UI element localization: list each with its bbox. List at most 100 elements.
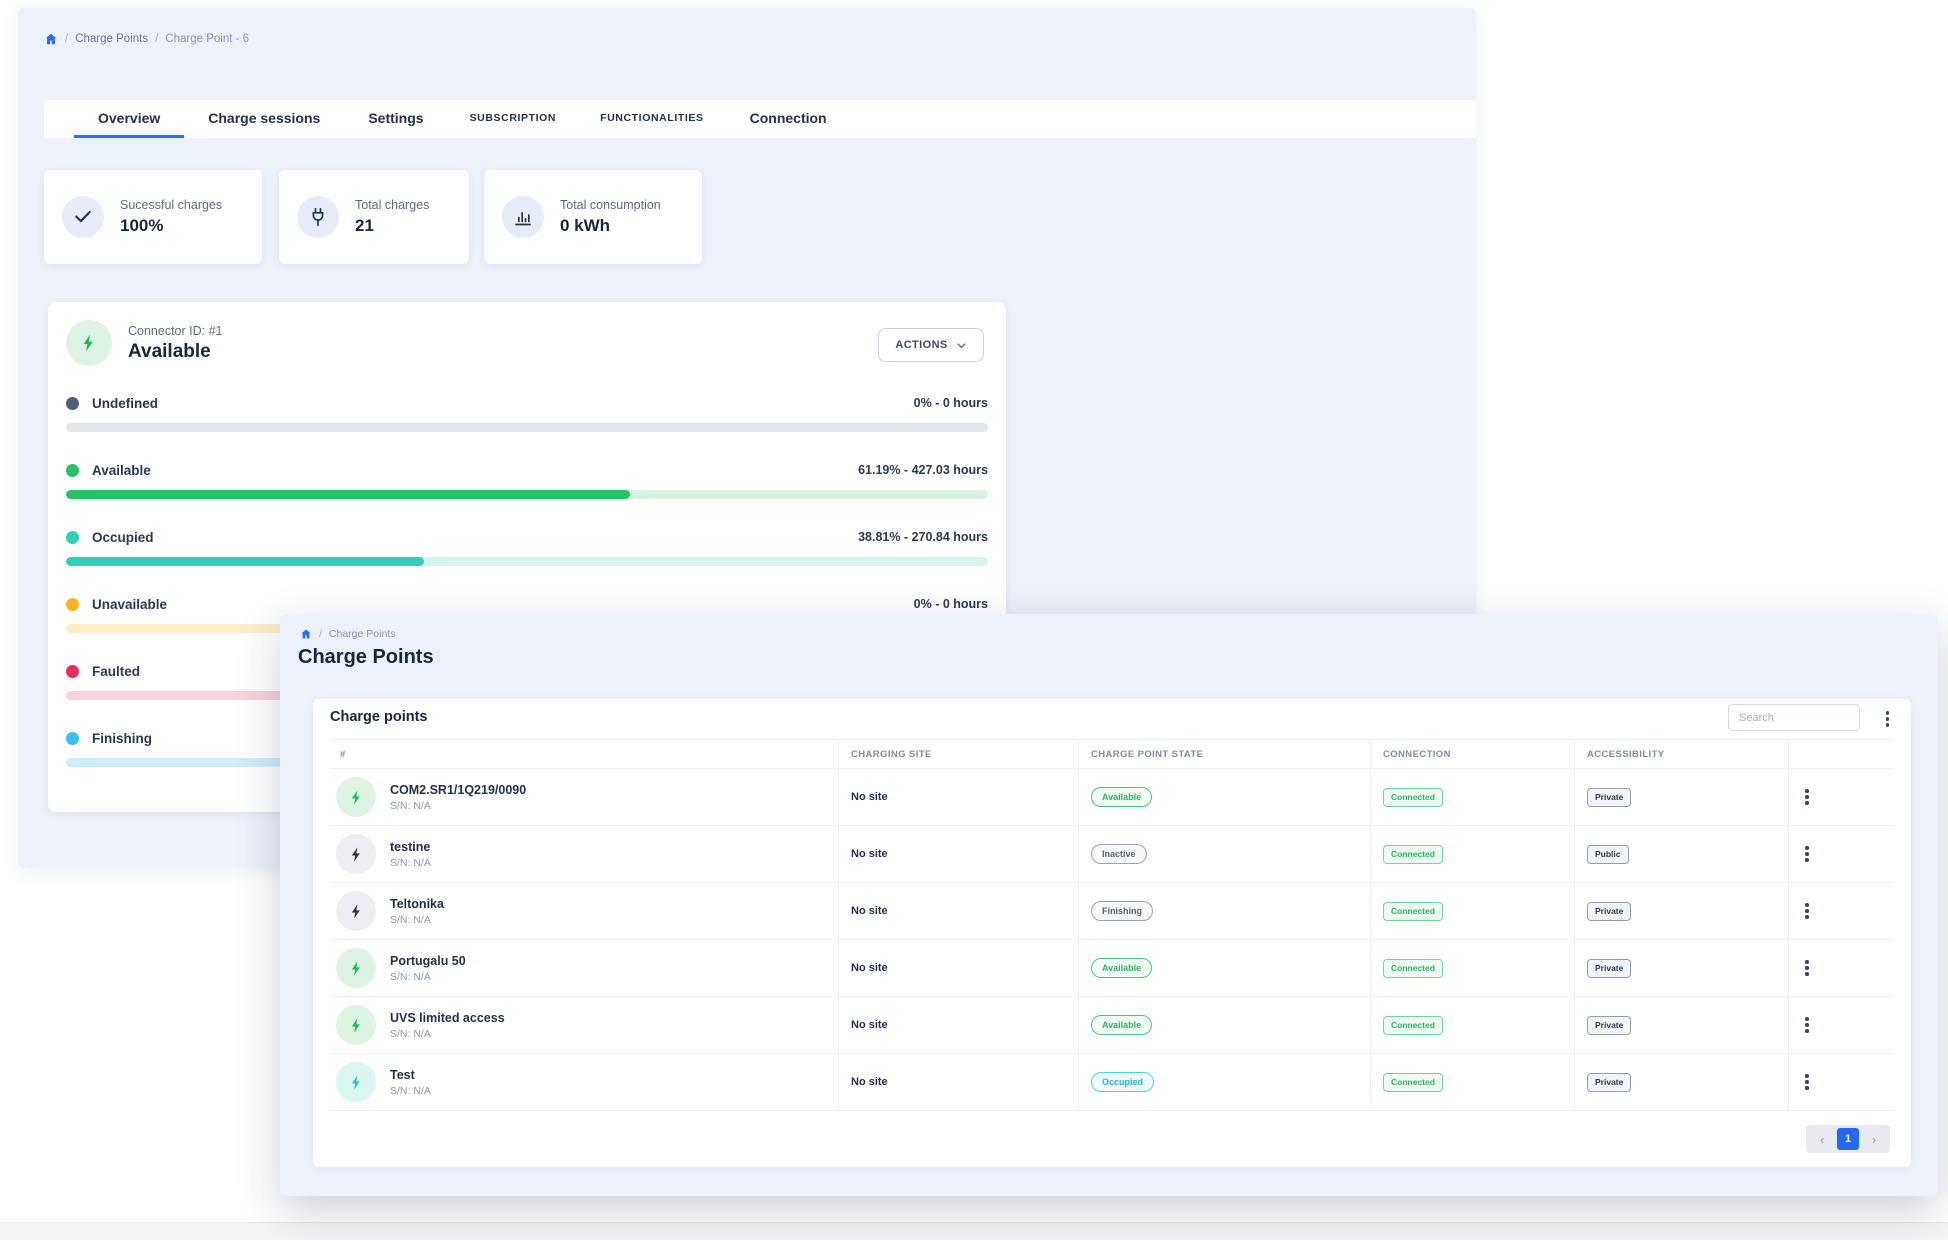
table-row[interactable]: testine S/N: N/A No site Inactive Connec… [330, 826, 1894, 883]
table-row[interactable]: Test S/N: N/A No site Occupied Connected… [330, 1054, 1894, 1111]
state-badge: Finishing [1091, 901, 1153, 921]
table-row[interactable]: COM2.SR1/1Q219/0090 S/N: N/A No site Ava… [330, 769, 1894, 826]
accessibility-badge: Private [1587, 902, 1631, 921]
status-dot [66, 732, 79, 745]
connector-state: Available [128, 341, 211, 363]
state-badge: Available [1091, 787, 1152, 807]
row-menu-kebab-icon[interactable] [1801, 956, 1813, 980]
col-header-charging-site: CHARGING SITE [838, 740, 1078, 768]
status-dot [66, 531, 79, 544]
tab-charge-sessions[interactable]: Charge sessions [184, 100, 344, 138]
serial-number: S/N: N/A [390, 857, 431, 869]
tab-overview[interactable]: Overview [74, 100, 184, 138]
status-value: 38.81% - 270.84 hours [858, 530, 988, 544]
stat-card-total-consumption: Total consumption 0 kWh [484, 170, 702, 264]
col-header-connection: CONNECTION [1370, 740, 1574, 768]
tab-settings[interactable]: Settings [344, 100, 447, 138]
connection-badge: Connected [1383, 959, 1443, 978]
row-menu-kebab-icon[interactable] [1801, 1070, 1813, 1094]
connector-id-label: Connector ID: #1 [128, 324, 223, 338]
state-badge: Occupied [1091, 1072, 1154, 1092]
serial-number: S/N: N/A [390, 1028, 505, 1040]
pagination-next-button[interactable]: › [1861, 1128, 1887, 1150]
tab-subscription[interactable]: SUBSCRIPTION [448, 100, 579, 138]
charge-point-name: Test [390, 1068, 431, 1082]
connection-badge: Connected [1383, 902, 1443, 921]
pagination-prev-button[interactable]: ‹ [1809, 1128, 1835, 1150]
breadcrumb: / Charge Points [300, 628, 395, 640]
col-header-accessibility: ACCESSIBILITY [1574, 740, 1788, 768]
status-dot [66, 598, 79, 611]
pagination-page-1[interactable]: 1 [1837, 1128, 1859, 1150]
connection-badge: Connected [1383, 845, 1443, 864]
charge-point-name: COM2.SR1/1Q219/0090 [390, 783, 526, 797]
col-header-number: # [330, 740, 838, 768]
stat-label: Sucessful charges [120, 198, 222, 212]
accessibility-badge: Public [1587, 845, 1629, 864]
breadcrumb-current: Charge Point - 6 [165, 33, 249, 45]
actions-button[interactable]: ACTIONS [878, 328, 984, 362]
progress-fill [66, 490, 630, 499]
row-menu-kebab-icon[interactable] [1801, 842, 1813, 866]
charge-points-table: # CHARGING SITE CHARGE POINT STATE CONNE… [330, 739, 1894, 1111]
accessibility-badge: Private [1587, 959, 1631, 978]
breadcrumb-current: Charge Points [329, 628, 396, 640]
status-value: 61.19% - 427.03 hours [858, 463, 988, 477]
col-header-actions [1788, 740, 1894, 768]
connection-badge: Connected [1383, 1016, 1443, 1035]
connection-badge: Connected [1383, 1073, 1443, 1092]
charge-points-list-window: / Charge Points Charge Points Charge poi… [280, 614, 1938, 1196]
charge-point-name: Teltonika [390, 897, 444, 911]
row-menu-kebab-icon[interactable] [1801, 785, 1813, 809]
home-icon[interactable] [300, 628, 312, 640]
home-icon[interactable] [44, 32, 58, 46]
charging-site: No site [851, 1019, 888, 1031]
table-row[interactable]: Teltonika S/N: N/A No site Finishing Con… [330, 883, 1894, 940]
accessibility-badge: Private [1587, 788, 1631, 807]
chart-icon [502, 196, 544, 238]
table-row[interactable]: Portugalu 50 S/N: N/A No site Available … [330, 940, 1894, 997]
bolt-icon [66, 320, 112, 366]
row-menu-kebab-icon[interactable] [1801, 1013, 1813, 1037]
progress-track [66, 423, 988, 432]
breadcrumb-separator: / [65, 33, 68, 45]
stat-label: Total consumption [560, 198, 661, 212]
status-row-available: Available 61.19% - 427.03 hours [66, 463, 988, 503]
tab-bar: Overview Charge sessions Settings SUBSCR… [44, 100, 1476, 138]
breadcrumb-link-charge-points[interactable]: Charge Points [75, 33, 148, 45]
check-icon [62, 196, 104, 238]
stat-value: 0 kWh [560, 216, 661, 236]
col-header-charge-point-state: CHARGE POINT STATE [1078, 740, 1370, 768]
tab-connection[interactable]: Connection [726, 100, 851, 138]
status-row-undefined: Undefined 0% - 0 hours [66, 396, 988, 436]
charge-point-name: UVS limited access [390, 1011, 505, 1025]
breadcrumb: / Charge Points / Charge Point - 6 [44, 32, 249, 46]
charging-site: No site [851, 905, 888, 917]
tab-functionalities[interactable]: FUNCTIONALITIES [578, 100, 726, 138]
page-title: Charge Points [298, 646, 434, 669]
progress-track [66, 557, 988, 566]
state-badge: Available [1091, 1015, 1152, 1035]
breadcrumb-separator: / [319, 628, 322, 640]
card-title: Charge points [330, 709, 427, 725]
table-header: # CHARGING SITE CHARGE POINT STATE CONNE… [330, 739, 1894, 769]
stat-label: Total charges [355, 198, 429, 212]
plug-icon [297, 196, 339, 238]
status-label: Undefined [92, 396, 158, 411]
status-label: Occupied [92, 530, 154, 545]
status-label: Finishing [92, 731, 152, 746]
table-row[interactable]: UVS limited access S/N: N/A No site Avai… [330, 997, 1894, 1054]
card-menu-kebab-icon[interactable] [1882, 707, 1894, 731]
row-menu-kebab-icon[interactable] [1801, 899, 1813, 923]
status-value: 0% - 0 hours [914, 396, 988, 410]
charge-point-name: Portugalu 50 [390, 954, 466, 968]
status-label: Unavailable [92, 597, 167, 612]
progress-track [66, 490, 988, 499]
bolt-icon [336, 834, 376, 874]
search-input[interactable] [1728, 704, 1860, 731]
state-badge: Inactive [1091, 844, 1147, 864]
progress-fill [66, 557, 424, 566]
bolt-icon [336, 777, 376, 817]
stat-value: 21 [355, 216, 429, 236]
charging-site: No site [851, 791, 888, 803]
